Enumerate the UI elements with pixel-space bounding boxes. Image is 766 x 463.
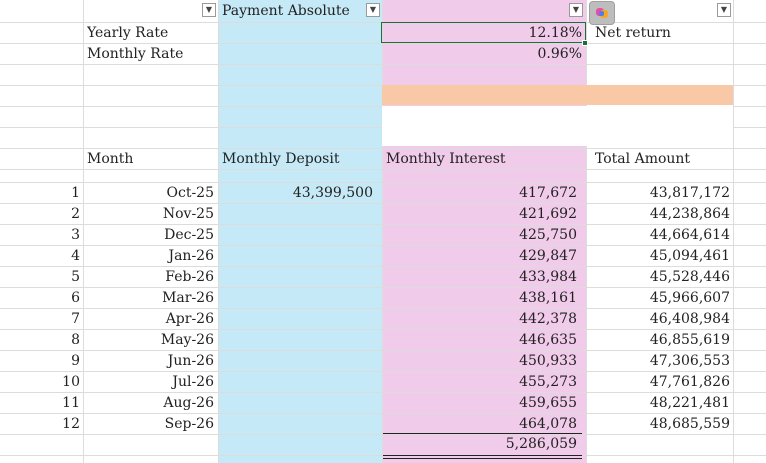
interest-cell[interactable]: 442,378 <box>385 309 577 329</box>
row-number: 1 <box>71 185 80 201</box>
total-cell[interactable]: 47,761,826 <box>589 372 730 392</box>
deposit-cell[interactable] <box>221 393 373 413</box>
total-cell[interactable]: 46,855,619 <box>589 330 730 350</box>
total-cell[interactable]: 47,306,553 <box>589 351 730 371</box>
deposit-cell[interactable] <box>221 204 373 224</box>
interest-cell[interactable]: 459,655 <box>385 393 577 413</box>
selected-cell-border <box>381 22 586 43</box>
interest-cell[interactable]: 438,161 <box>385 288 577 308</box>
deposit-cell[interactable] <box>221 309 373 329</box>
deposit-cell[interactable] <box>221 225 373 245</box>
filter-dropdown-icon[interactable]: ▼ <box>366 3 380 17</box>
deposit-cell[interactable] <box>221 330 373 350</box>
gridline <box>586 0 587 463</box>
filter-dropdown-icon[interactable]: ▼ <box>569 3 583 17</box>
interest-cell[interactable]: 446,635 <box>385 330 577 350</box>
month-header: Month <box>87 151 134 167</box>
gridline <box>0 434 766 435</box>
copilot-icon[interactable] <box>589 1 615 25</box>
payment-absolute-header: Payment Absolute <box>222 3 350 19</box>
interest-cell[interactable]: 464,078 <box>385 414 577 434</box>
row-number: 12 <box>62 416 80 432</box>
month-cell[interactable]: Jun-26 <box>86 351 214 371</box>
highlight-band <box>382 85 733 105</box>
deposit-cell[interactable] <box>221 246 373 266</box>
row-number: 11 <box>62 395 80 411</box>
total-double-border <box>383 458 582 459</box>
interest-cell[interactable]: 433,984 <box>385 267 577 287</box>
month-cell[interactable]: Dec-25 <box>86 225 214 245</box>
row-number: 5 <box>71 269 80 285</box>
total-cell[interactable]: 45,528,446 <box>589 267 730 287</box>
filter-dropdown-icon[interactable]: ▼ <box>717 3 731 17</box>
deposit-cell[interactable] <box>221 351 373 371</box>
spreadsheet: ▼ Payment Absolute ▼ ▼ ▼ Yearly Rate Mon… <box>0 0 766 463</box>
month-cell[interactable]: Nov-25 <box>86 204 214 224</box>
row-number: 8 <box>71 332 80 348</box>
gridline <box>0 64 766 65</box>
deposit-cell[interactable]: 43,399,500 <box>221 183 373 203</box>
total-amount-header: Total Amount <box>595 151 691 167</box>
yearly-rate-label: Yearly Rate <box>87 25 169 41</box>
row-number: 4 <box>71 248 80 264</box>
month-cell[interactable]: Oct-25 <box>86 183 215 203</box>
total-cell[interactable]: 48,685,559 <box>589 414 730 434</box>
total-cell[interactable]: 45,966,607 <box>589 288 730 308</box>
row-number: 2 <box>71 206 80 222</box>
total-double-border <box>383 455 582 456</box>
month-cell[interactable]: Jan-26 <box>86 246 214 266</box>
month-cell[interactable]: Jul-26 <box>86 372 214 392</box>
gridline <box>382 0 383 463</box>
fill-handle[interactable] <box>582 40 588 46</box>
net-return-label: Net return <box>595 25 671 41</box>
deposit-cell[interactable] <box>221 372 373 392</box>
month-cell[interactable]: May-26 <box>86 330 214 350</box>
blank-block <box>382 106 733 146</box>
interest-cell[interactable]: 417,672 <box>385 183 577 203</box>
total-cell[interactable]: 48,221,481 <box>589 393 730 413</box>
total-cell[interactable]: 43,817,172 <box>589 183 730 203</box>
month-cell[interactable]: Sep-26 <box>86 414 214 434</box>
total-cell[interactable]: 44,664,614 <box>589 225 730 245</box>
total-cell[interactable]: 44,238,864 <box>589 204 730 224</box>
interest-total-cell[interactable]: 5,286,059 <box>385 434 577 454</box>
row-number: 3 <box>71 227 80 243</box>
gridline <box>218 0 219 463</box>
month-cell[interactable]: Mar-26 <box>86 288 214 308</box>
interest-cell[interactable]: 450,933 <box>385 351 577 371</box>
row-number: 9 <box>71 353 80 369</box>
monthly-rate-label: Monthly Rate <box>87 46 184 62</box>
interest-cell[interactable]: 455,273 <box>385 372 577 392</box>
monthly-rate-value[interactable]: 0.96% <box>386 44 582 64</box>
month-cell[interactable]: Apr-26 <box>86 309 214 329</box>
row-number: 6 <box>71 290 80 306</box>
deposit-cell[interactable] <box>221 267 373 287</box>
row-number: 10 <box>62 374 80 390</box>
interest-cell[interactable]: 425,750 <box>385 225 577 245</box>
gridline <box>83 0 84 463</box>
monthly-interest-header: Monthly Interest <box>386 151 506 167</box>
total-cell[interactable]: 45,094,461 <box>589 246 730 266</box>
gridline <box>733 0 734 463</box>
interest-cell[interactable]: 429,847 <box>385 246 577 266</box>
total-cell[interactable]: 46,408,984 <box>589 309 730 329</box>
filter-dropdown-icon[interactable]: ▼ <box>202 3 216 17</box>
deposit-cell[interactable] <box>221 288 373 308</box>
gridline <box>0 169 766 170</box>
row-number: 7 <box>71 311 80 327</box>
month-cell[interactable]: Aug-26 <box>86 393 214 413</box>
month-cell[interactable]: Feb-26 <box>86 267 214 287</box>
monthly-deposit-header: Monthly Deposit <box>222 151 340 167</box>
deposit-cell[interactable] <box>221 414 373 434</box>
interest-cell[interactable]: 421,692 <box>385 204 577 224</box>
